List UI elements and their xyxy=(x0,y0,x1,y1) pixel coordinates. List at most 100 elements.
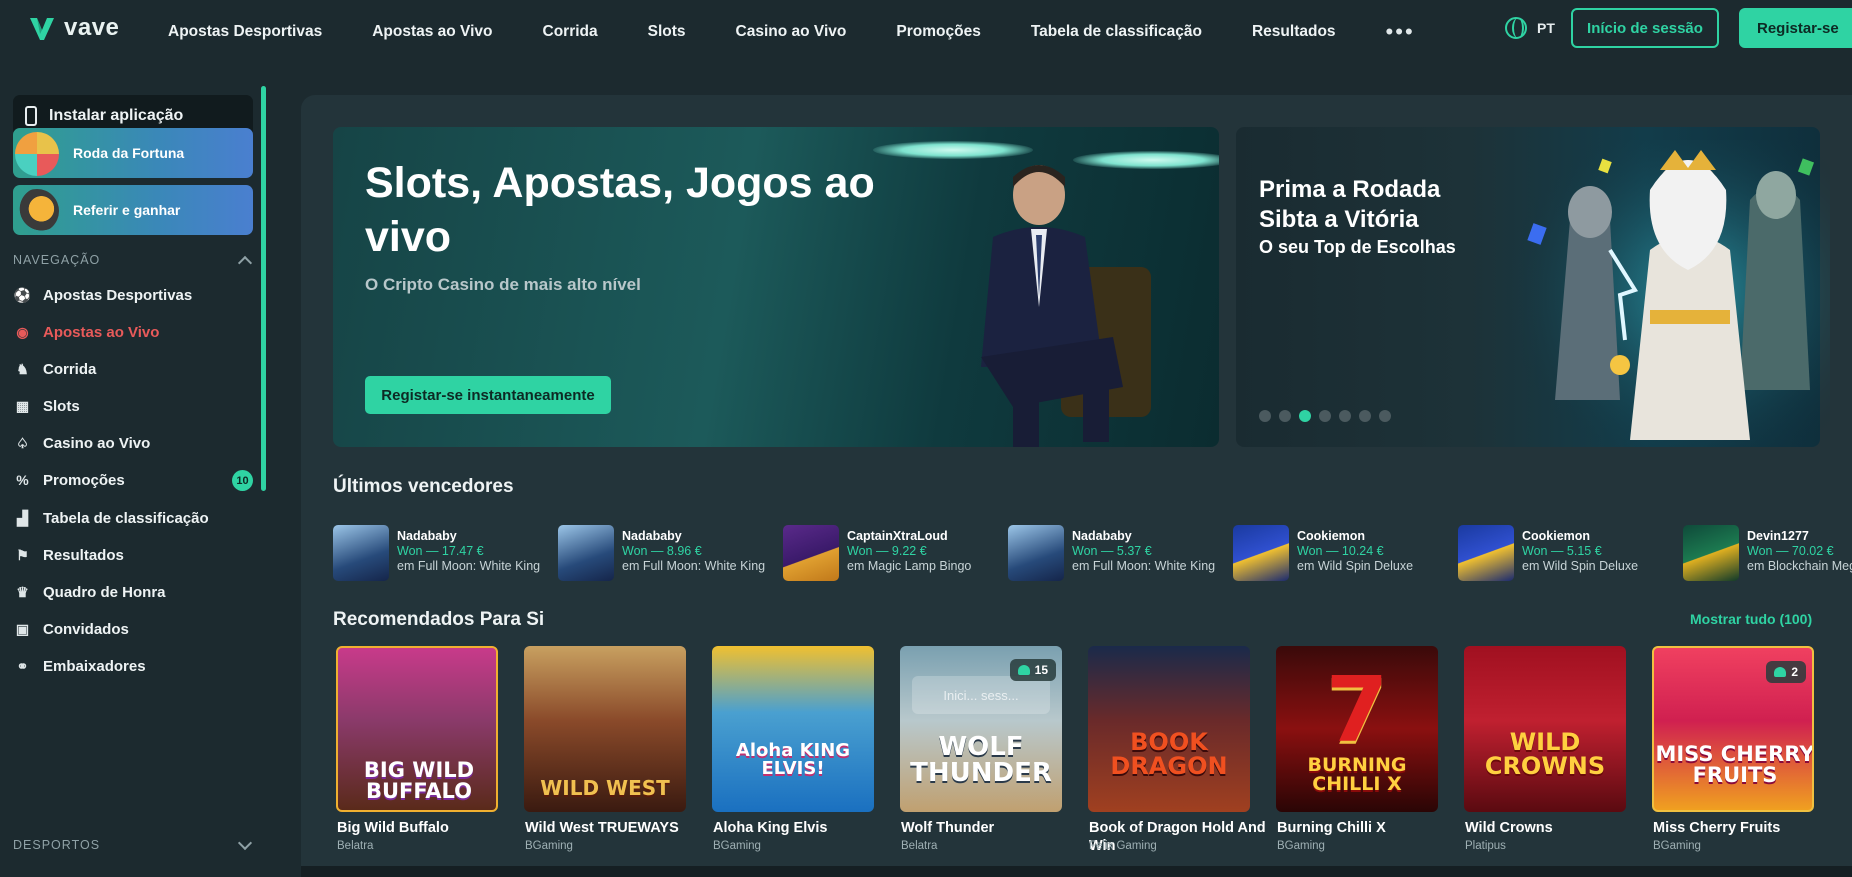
carousel-dot[interactable] xyxy=(1379,410,1391,422)
game-artwork: WILD CROWNS xyxy=(1464,646,1626,812)
winner-item[interactable]: CaptainXtraLoud Won — 9.22 € em Magic La… xyxy=(783,525,1003,583)
sidebar-item-label: Embaixadores xyxy=(43,657,146,675)
carousel-dot-active[interactable] xyxy=(1299,410,1311,422)
game-provider: Felix Gaming xyxy=(1089,840,1157,852)
main-nav: Apostas Desportivas Apostas ao Vivo Corr… xyxy=(168,0,1415,64)
game-artwork: BIG WILD BUFFALO xyxy=(336,646,498,812)
login-button[interactable]: Início de sessão xyxy=(1571,8,1719,48)
winner-name: Devin1277 xyxy=(1747,529,1809,543)
register-button[interactable]: Registar-se xyxy=(1739,8,1852,48)
game-artwork: 7 BURNING CHILLI X xyxy=(1276,646,1438,812)
winner-amount: Won — 9.22 € xyxy=(847,544,927,558)
sidebar-item-hall-of-fame[interactable]: ♛ Quadro de Honra xyxy=(14,580,166,604)
flag-icon: ⚑ xyxy=(16,546,29,563)
carousel-title-line2: Sibta a Vitória xyxy=(1259,206,1419,233)
winner-item[interactable]: Cookiemon Won — 10.24 € em Wild Spin Del… xyxy=(1233,525,1453,583)
sidebar-item-live-casino[interactable]: ♤ Casino ao Vivo xyxy=(14,431,150,455)
chevron-up-icon[interactable] xyxy=(237,255,253,271)
game-thumbnail xyxy=(1233,525,1289,581)
winner-amount: Won — 10.24 € xyxy=(1297,544,1384,558)
winner-name: Cookiemon xyxy=(1297,529,1366,543)
winner-amount: Won — 5.15 € xyxy=(1522,544,1602,558)
sidebar-item-slots[interactable]: ▦ Slots xyxy=(14,394,80,418)
game-thumbnail xyxy=(558,525,614,581)
nav-racing[interactable]: Corrida xyxy=(543,23,598,41)
carousel-dot[interactable] xyxy=(1259,410,1271,422)
winner-item[interactable]: Nadababy Won — 5.37 € em Full Moon: Whit… xyxy=(1008,525,1228,583)
game-name: Wolf Thunder xyxy=(901,820,995,836)
wheel-of-fortune-label: Roda da Fortuna xyxy=(73,145,185,161)
sidebar-item-live-betting[interactable]: ◉ Apostas ao Vivo xyxy=(14,320,159,344)
game-name: Miss Cherry Fruits xyxy=(1653,820,1781,836)
winner-item[interactable]: Nadababy Won — 8.96 € em Full Moon: Whit… xyxy=(558,525,778,583)
carousel-dot[interactable] xyxy=(1319,410,1331,422)
sidebar-item-results[interactable]: ⚑ Resultados xyxy=(14,543,124,567)
winner-item[interactable]: Nadababy Won — 17.47 € em Full Moon: Whi… xyxy=(333,525,553,583)
carousel-dots xyxy=(1259,410,1391,422)
sidebar-scrollbar[interactable] xyxy=(261,86,266,491)
logo[interactable]: vave xyxy=(28,14,119,42)
more-menu-icon[interactable]: ••• xyxy=(1386,19,1415,45)
players-count: 15 xyxy=(1009,659,1056,681)
trophy-icon: ♛ xyxy=(16,583,29,600)
hero-title: Slots, Apostas, Jogos ao vivo xyxy=(365,159,875,261)
carousel-dot[interactable] xyxy=(1339,410,1351,422)
sidebar-item-label: Casino ao Vivo xyxy=(43,434,151,452)
game-artwork: Aloha KING ELVIS! xyxy=(712,646,874,812)
sidebar-item-racing[interactable]: ♞ Corrida xyxy=(14,357,96,381)
wheel-of-fortune-card[interactable]: Roda da Fortuna xyxy=(13,128,253,178)
game-name: Big Wild Buffalo xyxy=(337,820,449,836)
nav-promotions[interactable]: Promoções xyxy=(896,23,980,41)
sidebar-item-label: Promoções xyxy=(43,471,125,489)
login-overlay[interactable]: Inici... sess... xyxy=(912,676,1050,714)
winner-item[interactable]: Cookiemon Won — 5.15 € em Wild Spin Delu… xyxy=(1458,525,1678,583)
sports-section-header[interactable]: DESPORTOS xyxy=(13,838,100,852)
winner-game: em Full Moon: White King xyxy=(622,559,766,573)
game-provider: Belatra xyxy=(901,840,938,852)
sidebar-item-leaderboard[interactable]: ▟ Tabela de classificação xyxy=(14,506,209,530)
game-art-seven: 7 xyxy=(1325,658,1389,763)
winner-amount: Won — 70.02 € xyxy=(1747,544,1834,558)
sidebar-item-label: Apostas ao Vivo xyxy=(43,323,160,341)
language-selector[interactable]: PT xyxy=(1505,17,1555,39)
horizontal-scrollbar[interactable] xyxy=(301,866,1852,877)
chevron-down-icon[interactable] xyxy=(237,835,253,851)
fortune-wheel-icon xyxy=(15,132,59,176)
sidebar-item-guests[interactable]: ▣ Convidados xyxy=(14,617,129,641)
nav-results[interactable]: Resultados xyxy=(1252,23,1336,41)
game-art-title: BIG WILD BUFFALO xyxy=(363,758,475,803)
sidebar-item-sports-betting[interactable]: ⚽ Apostas Desportivas xyxy=(14,283,192,307)
register-instantly-button[interactable]: Registar-se instantaneamente xyxy=(365,376,611,414)
sidebar-item-label: Resultados xyxy=(43,546,124,564)
sidebar-item-label: Quadro de Honra xyxy=(43,583,166,601)
nav-slots[interactable]: Slots xyxy=(648,23,686,41)
sidebar-item-ambassadors[interactable]: ⚭ Embaixadores xyxy=(14,654,146,678)
refer-and-earn-card[interactable]: Referir e ganhar xyxy=(13,185,253,235)
vave-logo-icon xyxy=(30,18,54,40)
winner-item[interactable]: Devin1277 Won — 70.02 € em Blockchain Me… xyxy=(1683,525,1852,583)
winner-name: CaptainXtraLoud xyxy=(847,529,948,543)
soccer-ball-icon: ⚽ xyxy=(13,286,32,303)
carousel-dot[interactable] xyxy=(1359,410,1371,422)
carousel-title-line1: Prima a Rodada xyxy=(1259,176,1441,203)
nav-live-casino[interactable]: Casino ao Vivo xyxy=(736,23,847,41)
nav-sports-betting[interactable]: Apostas Desportivas xyxy=(168,23,322,41)
carousel-dot[interactable] xyxy=(1279,410,1291,422)
nav-live-betting[interactable]: Apostas ao Vivo xyxy=(372,23,492,41)
cards-icon: ♤ xyxy=(16,434,29,451)
navigation-section-header[interactable]: NAVEGAÇÃO xyxy=(13,253,100,267)
game-art-title: MISS CHERRY FRUITS xyxy=(1655,742,1814,787)
show-all-link[interactable]: Mostrar tudo (100) xyxy=(1690,611,1812,627)
game-provider: Belatra xyxy=(337,840,374,852)
game-provider: Platipus xyxy=(1465,840,1506,852)
hero-subtitle: O Cripto Casino de mais alto nível xyxy=(365,275,641,294)
game-artwork: BOOK DRAGON xyxy=(1088,646,1250,812)
phone-icon xyxy=(25,105,37,126)
game-name: Wild Crowns xyxy=(1465,820,1553,836)
nav-leaderboard[interactable]: Tabela de classificação xyxy=(1031,23,1202,41)
winner-game: em Full Moon: White King xyxy=(1072,559,1216,573)
sidebar-item-label: Tabela de classificação xyxy=(43,509,209,527)
percent-icon: % xyxy=(16,472,29,488)
sidebar-item-promotions[interactable]: % Promoções xyxy=(14,468,125,492)
handshake-icon: ⚭ xyxy=(16,657,29,674)
